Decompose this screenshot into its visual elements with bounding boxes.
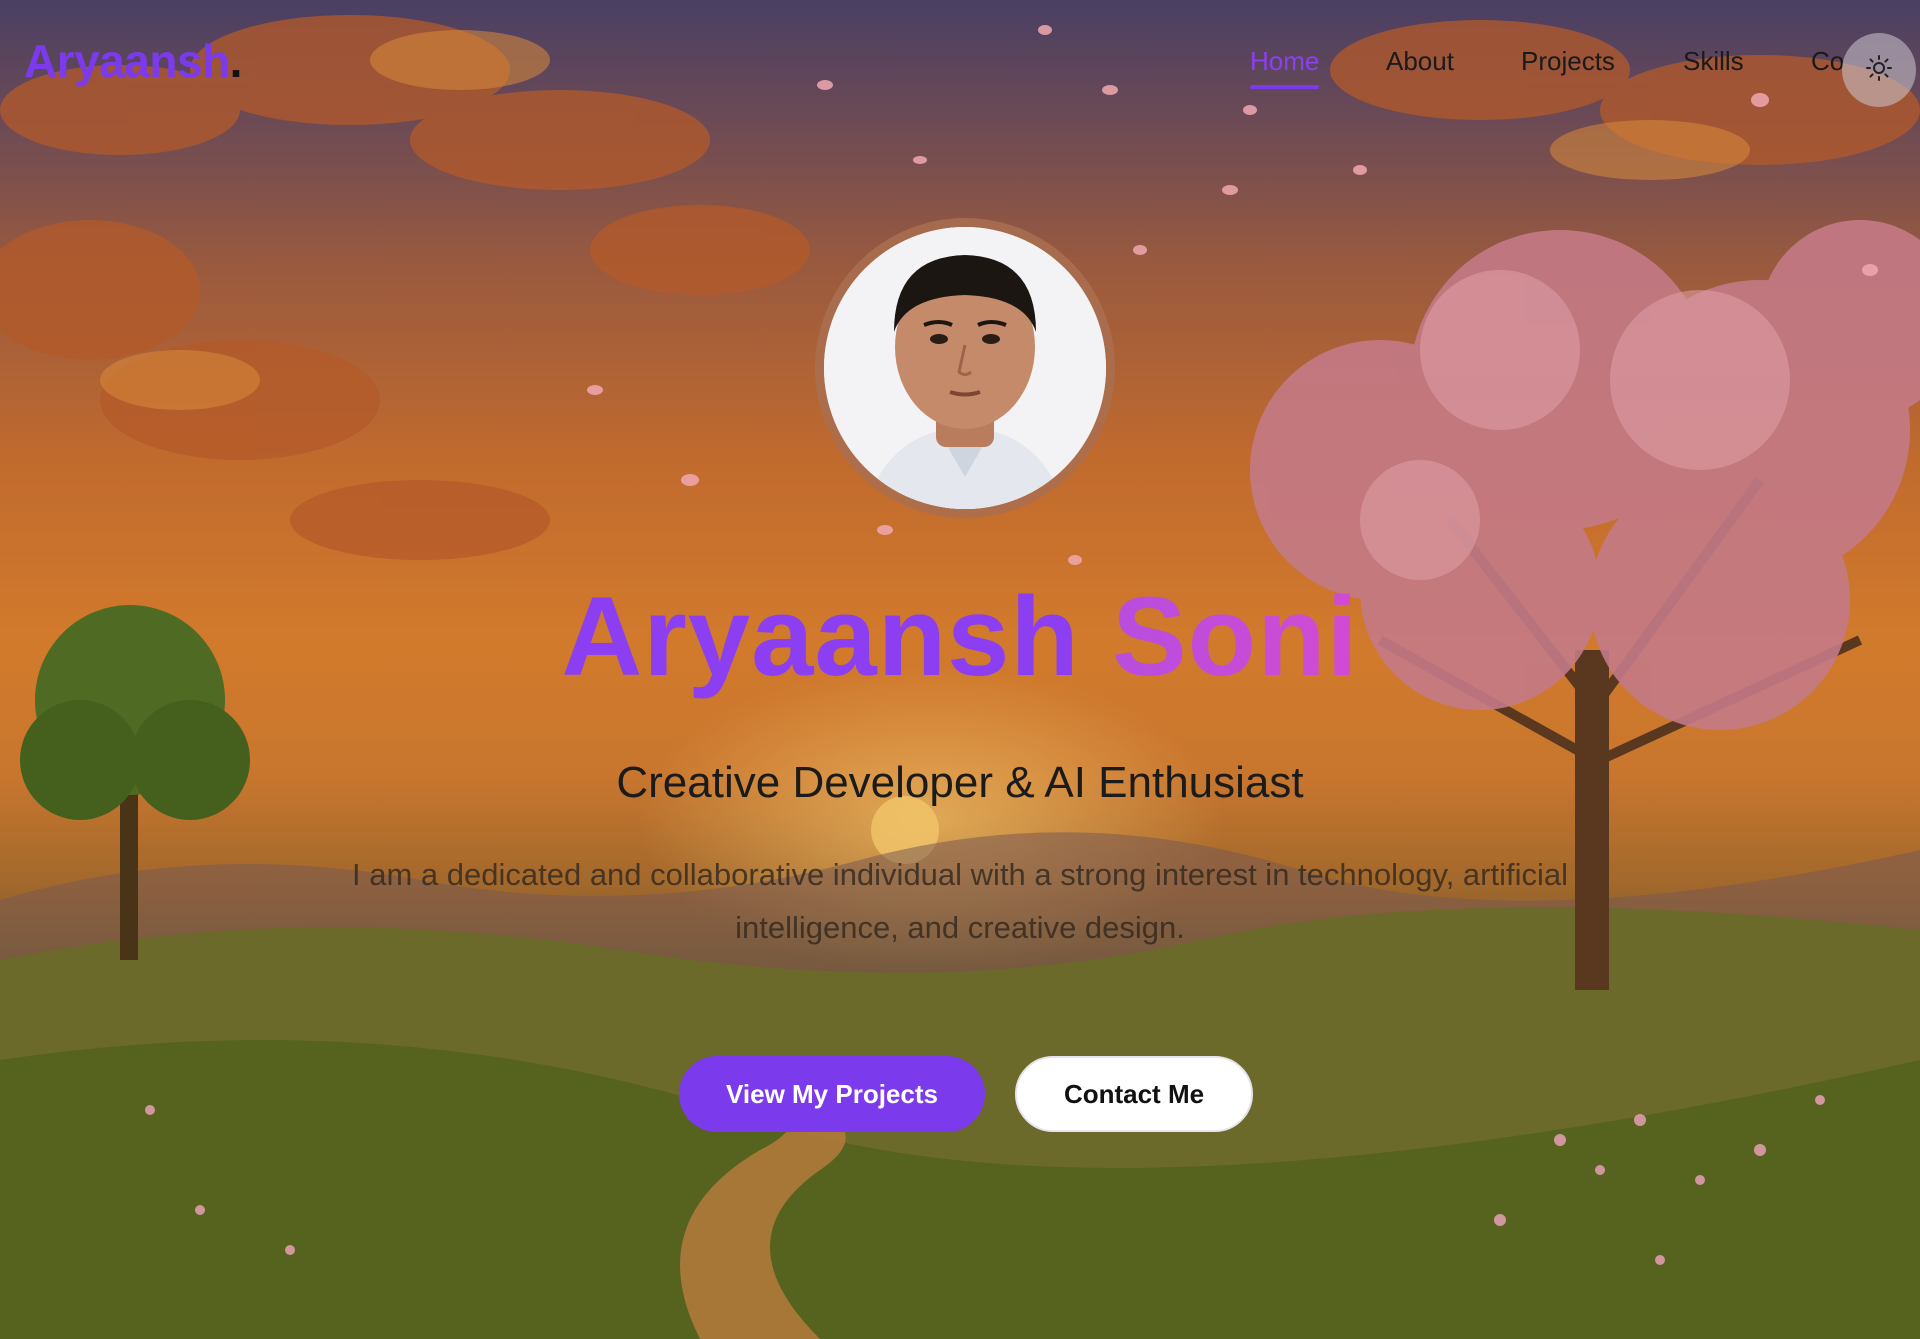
sun-icon [1865, 54, 1893, 87]
nav-item-label: Projects [1521, 46, 1615, 76]
navbar: Aryaansh. Home About Projects Skills Co [0, 0, 1920, 120]
nav-item-about[interactable]: About [1386, 46, 1454, 77]
nav-item-contact[interactable]: Co [1811, 46, 1844, 77]
theme-toggle-button[interactable] [1842, 33, 1916, 107]
nav-item-home[interactable]: Home [1250, 46, 1320, 89]
brand-logo[interactable]: Aryaansh. [24, 34, 242, 88]
contact-me-button[interactable]: Contact Me [1015, 1056, 1253, 1132]
hero-subtitle: Creative Developer & AI Enthusiast [616, 758, 1304, 807]
view-projects-button[interactable]: View My Projects [679, 1056, 985, 1132]
nav-item-projects[interactable]: Projects [1521, 46, 1615, 77]
brand-name: Aryaansh [24, 35, 230, 87]
nav-item-label: Skills [1683, 46, 1744, 76]
nav-item-label: Co [1811, 46, 1845, 76]
profile-photo [824, 227, 1106, 509]
brand-dot: . [229, 35, 243, 87]
nav-item-label: Home [1250, 46, 1320, 76]
portfolio-page: Aryaansh. Home About Projects Skills Co [0, 0, 1920, 1339]
hero-last-name: Soni [1111, 574, 1359, 699]
active-nav-indicator [1250, 85, 1320, 89]
hero-name: Aryaansh Soni [0, 572, 1920, 702]
hero-first-name: Aryaansh [561, 574, 1080, 699]
nav-item-skills[interactable]: Skills [1683, 46, 1744, 77]
hero-description: I am a dedicated and collaborative indiv… [352, 857, 1568, 945]
nav-item-label: About [1386, 46, 1454, 76]
